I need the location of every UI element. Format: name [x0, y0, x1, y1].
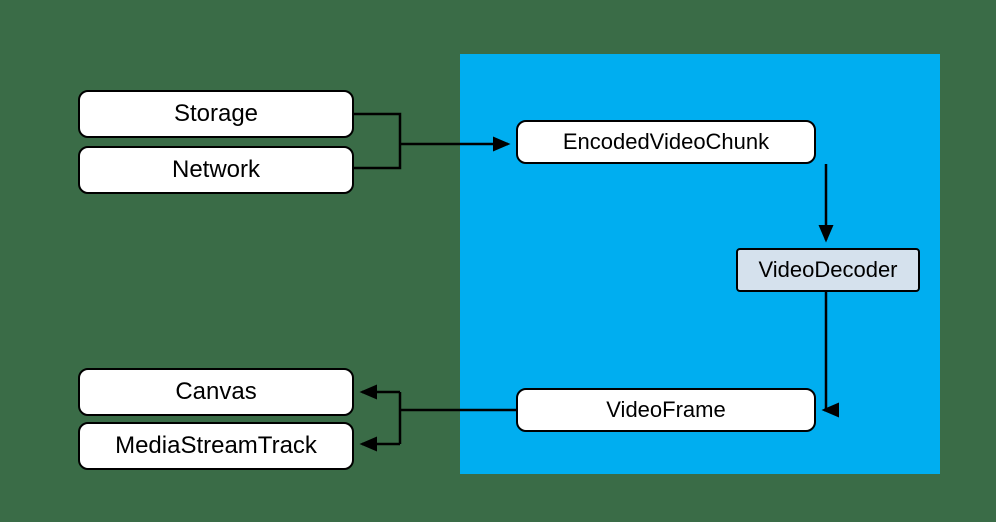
video-decoder-label: VideoDecoder: [758, 257, 897, 283]
canvas-node: Canvas: [78, 368, 354, 416]
media-stream-track-node: MediaStreamTrack: [78, 422, 354, 470]
video-decoder-node: VideoDecoder: [736, 248, 920, 292]
canvas-label: Canvas: [175, 378, 256, 406]
encoded-video-chunk-label: EncodedVideoChunk: [563, 129, 769, 155]
storage-label: Storage: [174, 100, 258, 128]
encoded-video-chunk-node: EncodedVideoChunk: [516, 120, 816, 164]
video-frame-label: VideoFrame: [606, 397, 725, 423]
video-frame-node: VideoFrame: [516, 388, 816, 432]
network-label: Network: [172, 156, 260, 184]
network-node: Network: [78, 146, 354, 194]
media-stream-track-label: MediaStreamTrack: [115, 432, 317, 460]
storage-node: Storage: [78, 90, 354, 138]
